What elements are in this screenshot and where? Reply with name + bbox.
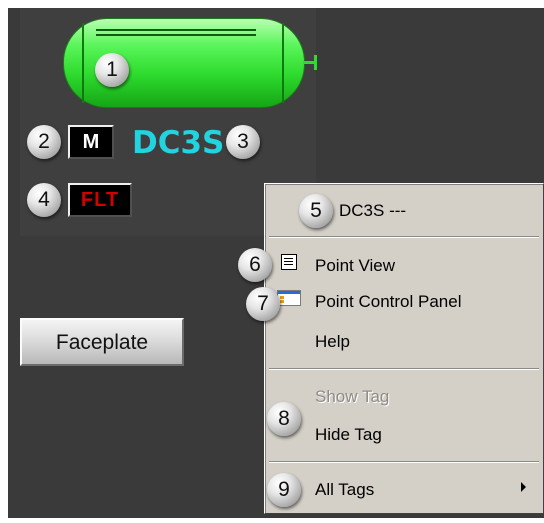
fault-indicator-label: FLT — [80, 189, 120, 211]
submenu-arrow-icon — [521, 482, 526, 492]
control-panel-icon — [277, 290, 301, 306]
tag-name[interactable]: DC3S — [132, 125, 224, 161]
menu-item-help[interactable]: Help — [265, 326, 543, 356]
menu-item-hide-tag[interactable]: Hide Tag — [265, 419, 543, 449]
tank-right-seam — [282, 23, 284, 103]
menu-separator — [269, 236, 539, 238]
tank-level-line-2 — [96, 34, 256, 36]
callout-2: 2 — [27, 125, 61, 159]
menu-item-hide-tag-label: Hide Tag — [315, 425, 382, 444]
menu-item-point-view[interactable]: Point View — [265, 250, 543, 280]
tank-left-seam — [82, 23, 84, 103]
menu-item-show-tag: Show Tag — [265, 381, 543, 411]
callout-5: 5 — [299, 194, 333, 228]
menu-item-point-view-label: Point View — [315, 256, 396, 275]
menu-item-show-tag-label: Show Tag — [315, 387, 390, 406]
menu-item-help-label: Help — [315, 332, 350, 351]
tank-level-line — [96, 29, 256, 31]
tank-outlet-flange — [314, 55, 317, 70]
callout-3: 3 — [226, 125, 260, 159]
callout-7: 7 — [246, 287, 280, 321]
context-menu: 5 DC3S --- Point View 6 Point Control Pa… — [238, 183, 544, 514]
menu-item-point-control-panel-label: Point Control Panel — [315, 292, 462, 311]
faceplate-button-label: Faceplate — [55, 331, 149, 354]
menu-separator — [269, 368, 539, 370]
menu-item-all-tags-label: All Tags — [315, 480, 375, 499]
callout-4: 4 — [27, 183, 61, 217]
callout-6: 6 — [238, 248, 272, 282]
callout-1: 1 — [95, 53, 129, 87]
mode-button-label: M — [82, 131, 100, 153]
callout-8: 8 — [267, 402, 301, 436]
menu-item-point-control-panel[interactable]: Point Control Panel — [265, 286, 543, 316]
mode-button[interactable]: M — [68, 125, 114, 159]
list-view-icon — [281, 254, 297, 270]
menu-item-all-tags[interactable]: All Tags — [265, 474, 543, 504]
callout-9: 9 — [267, 473, 301, 507]
context-menu-title: DC3S --- — [339, 201, 407, 220]
fault-indicator[interactable]: FLT — [68, 183, 132, 217]
menu-separator — [269, 461, 539, 463]
faceplate-button[interactable]: Faceplate — [20, 318, 184, 366]
